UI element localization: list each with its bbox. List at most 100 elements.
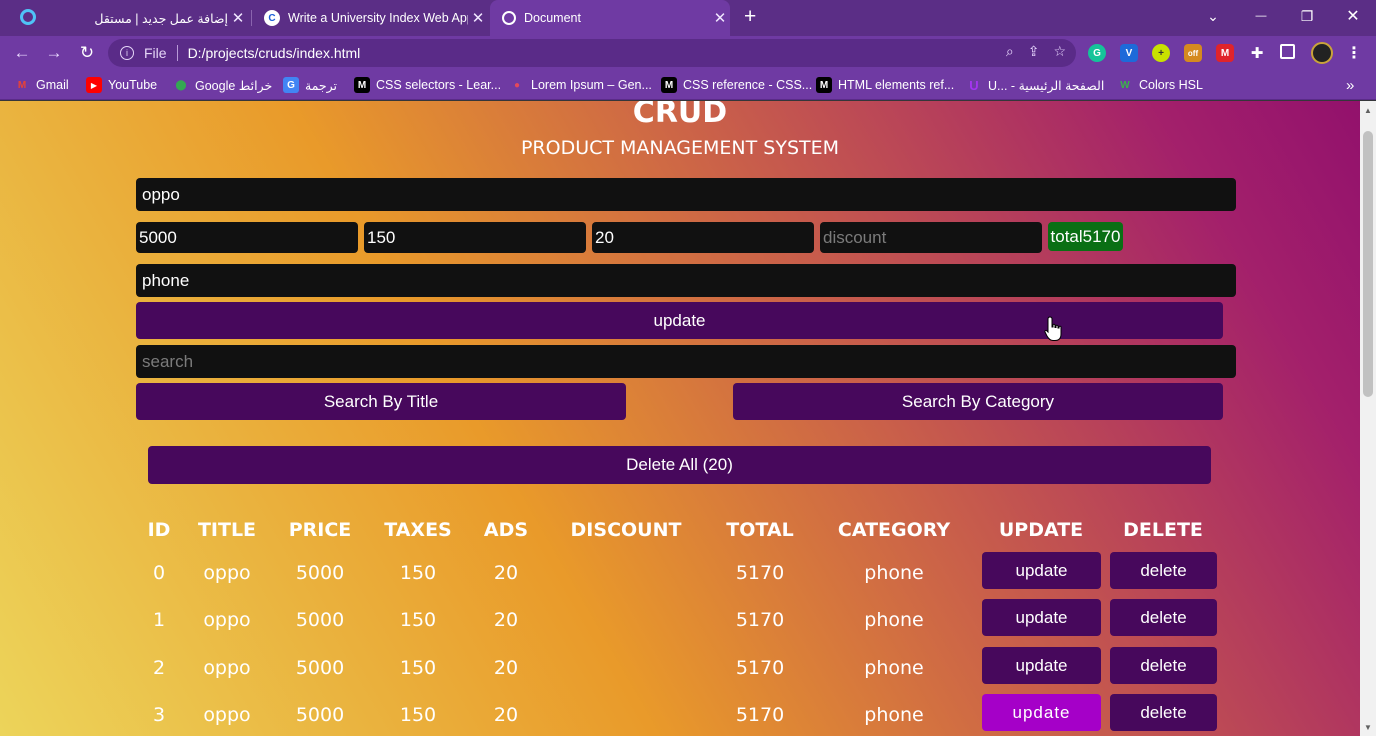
row-update-button[interactable]: update [982,647,1101,684]
maps-icon: ⬤ [175,79,187,91]
url-text: D:/projects/cruds/index.html [187,45,361,61]
bookmarks-bar: M Gmail ▶ YouTube ⬤ Google خرائط G ترجمة… [0,70,1376,100]
cell-ads: 20 [493,562,519,584]
forward-icon[interactable]: → [42,41,66,65]
close-icon[interactable]: ✕ [710,9,730,27]
minimize-button[interactable]: — [1238,0,1284,32]
row-update-button[interactable]: update [982,552,1101,589]
new-tab-button[interactable]: + [744,5,756,29]
price-input[interactable]: 5000 [136,222,358,253]
reload-icon[interactable]: ↻ [75,41,99,65]
info-icon[interactable]: i [120,46,134,60]
colors-icon: W [1120,79,1130,91]
puzzle-icon[interactable]: ✚ [1248,44,1266,62]
close-window-button[interactable]: ✕ [1330,0,1376,32]
cell-taxes: 150 [399,562,437,584]
row-delete-button[interactable]: delete [1110,647,1217,684]
toolbar: ← → ↻ i File D:/projects/cruds/index.htm… [0,36,1376,70]
header-id: ID [147,519,171,541]
search-by-title-button[interactable]: Search By Title [136,383,626,420]
menu-kebab-icon[interactable]: ⋮ [1345,44,1363,62]
lime-extension-icon[interactable]: + [1152,44,1170,62]
scroll-up-icon[interactable]: ▲ [1360,103,1376,117]
bookmark-translate[interactable]: G ترجمة [283,76,337,94]
row-update-button[interactable]: update [982,694,1101,731]
title-input[interactable]: oppo [136,178,1236,211]
row-delete-button[interactable]: delete [1110,599,1217,636]
page-viewport: CRUD PRODUCT MANAGEMENT SYSTEM oppo 5000… [0,101,1360,736]
cell-id: 1 [152,609,166,631]
scheme-label: File [144,45,167,61]
row-update-button[interactable]: update [982,599,1101,636]
taxes-input[interactable]: 150 [364,222,586,253]
home-off-extension-icon[interactable]: off [1184,44,1202,62]
cell-title: oppo [203,609,251,631]
cell-category: phone [864,609,924,631]
mdn-icon: M [661,77,677,93]
zoom-icon[interactable]: ⌕ [1006,43,1014,60]
mdn-icon: M [816,77,832,93]
total-badge: total5170 [1048,222,1123,251]
bookmark-css-selectors[interactable]: M CSS selectors - Lear... [354,76,501,94]
header-delete: DELETE [1123,519,1203,541]
bookmark-gmail[interactable]: M Gmail [14,76,69,94]
bookmark-label: YouTube [108,78,158,92]
ads-input[interactable]: 20 [592,222,814,253]
close-icon[interactable]: ✕ [468,9,488,27]
cell-category: phone [864,657,924,679]
restore-button[interactable]: ❐ [1284,0,1330,32]
share-icon[interactable]: ⇪ [1028,43,1040,60]
bookmark-star-icon[interactable]: ☆ [1053,43,1066,60]
cell-id: 3 [152,704,166,726]
bookmark-youtube[interactable]: ▶ YouTube [86,76,157,94]
search-input[interactable]: search [136,345,1236,378]
bookmark-lorem-ipsum[interactable]: ● Lorem Ipsum – Gen... [509,76,652,94]
bookmark-html-elements[interactable]: M HTML elements ref... [816,76,954,94]
cell-title: oppo [203,562,251,584]
cell-title: oppo [203,704,251,726]
header-category: CATEGORY [837,519,951,541]
row-delete-button[interactable]: delete [1110,552,1217,589]
youtube-icon: ▶ [86,77,102,93]
gmail-icon: M [17,79,27,91]
tab-mostaql[interactable]: إضافة عمل جديد | مستقل ✕ [88,0,248,36]
close-icon[interactable]: ✕ [228,9,248,27]
tab-title: Write a University Index Web App [288,11,468,25]
header-price: PRICE [288,519,352,541]
discount-input[interactable]: discount [820,222,1042,253]
row-delete-button[interactable]: delete [1110,694,1217,731]
bookmark-udemy[interactable]: U U... - الصفحة الرئيسية [966,76,1104,94]
tab-university-index[interactable]: C Write a University Index Web App ✕ [256,0,488,36]
avatar[interactable] [1311,42,1333,64]
cell-taxes: 150 [399,609,437,631]
scrollbar[interactable]: ▲ ▼ [1360,101,1376,736]
tab-title: Document [524,11,581,25]
category-input[interactable]: phone [136,264,1236,297]
lorem-icon: ● [513,79,521,91]
m-extension-icon[interactable]: M [1216,44,1234,62]
udemy-icon: U [969,77,979,93]
shield-extension-icon[interactable]: V [1120,44,1138,62]
scroll-down-icon[interactable]: ▼ [1360,720,1376,734]
tab-search-button[interactable]: ⌄ [1190,0,1236,32]
bookmark-colors-hsl[interactable]: W Colors HSL [1117,76,1203,94]
bookmark-css-reference[interactable]: M CSS reference - CSS... [661,76,812,94]
tab-search-icon[interactable] [20,9,36,25]
header-total: TOTAL [726,519,794,541]
delete-all-button[interactable]: Delete All (20) [148,446,1211,484]
cell-taxes: 150 [399,657,437,679]
back-icon[interactable]: ← [10,41,34,65]
c-favicon-icon: C [264,10,280,26]
cell-total: 5170 [735,562,785,584]
grammarly-icon[interactable]: G [1088,44,1106,62]
cell-ads: 20 [493,609,519,631]
cell-price: 5000 [295,609,345,631]
mdn-icon: M [354,77,370,93]
tab-document[interactable]: Document ✕ [490,0,730,36]
side-panel-icon[interactable] [1280,44,1295,59]
search-by-category-button[interactable]: Search By Category [733,383,1223,420]
more-bookmarks-button[interactable]: » [1346,76,1354,94]
address-bar[interactable]: i File D:/projects/cruds/index.html ⌕ ⇪ … [108,39,1076,67]
scroll-thumb[interactable] [1363,131,1373,397]
bookmark-maps[interactable]: ⬤ Google خرائط [173,76,272,94]
